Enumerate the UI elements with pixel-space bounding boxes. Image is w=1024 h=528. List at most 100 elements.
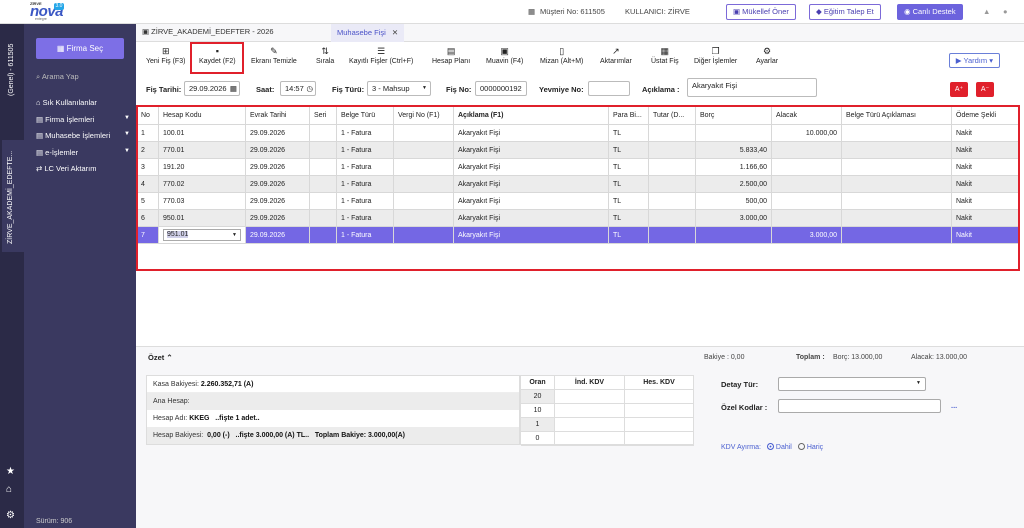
- yeni-fis-label: Yeni Fiş (F3): [146, 58, 186, 65]
- kdv-table: Oran İnd. KDV Hes. KDV 20 10 1 0: [520, 375, 694, 446]
- bank-icon[interactable]: ⌂: [6, 484, 12, 495]
- egitim-talep-button[interactable]: ◆ Eğitim Talep Et: [809, 4, 881, 20]
- chevron-down-icon: ▾: [989, 56, 993, 65]
- saat-input[interactable]: 14:57 ◷: [280, 81, 316, 96]
- folder-icon: ▤: [36, 148, 46, 157]
- aciklama-input[interactable]: Akaryakıt Fişi: [687, 78, 817, 97]
- user-label: KULLANICI: ZİRVE: [625, 7, 690, 16]
- kayitli-fisler-button[interactable]: ☰ Kayıtlı Fişler (Ctrl+F): [349, 46, 413, 65]
- bell-icon[interactable]: ▲: [983, 7, 990, 16]
- list-icon: ☰: [377, 46, 386, 56]
- user-icon[interactable]: ●: [1003, 7, 1008, 16]
- hesap-adi-value: KKEG: [189, 415, 210, 422]
- star-icon[interactable]: ★: [6, 466, 15, 477]
- yeni-fis-button[interactable]: ⊞ Yeni Fiş (F3): [146, 46, 185, 65]
- haric-label[interactable]: Hariç: [807, 444, 823, 451]
- canli-destek-label: Canlı Destek: [912, 7, 956, 16]
- sirala-label: Sırala: [316, 58, 335, 65]
- tab-muhasebe-fisi[interactable]: Muhasebe Fişi ✕: [331, 24, 405, 42]
- ozel-kodlar-label: Özel Kodlar :: [721, 403, 768, 412]
- sidebar-item-muhasebe[interactable]: ▤ Muhasebe İşlemleri ▼: [36, 131, 130, 140]
- sidebar-search[interactable]: ⌕ Arama Yap: [36, 72, 79, 82]
- ekrani-temizle-button[interactable]: ✎ Ekranı Temizle: [251, 46, 297, 65]
- hesap-plani-button[interactable]: ▤ Hesap Planı: [432, 46, 470, 65]
- ozel-kodlar-more-button[interactable]: ...: [951, 401, 957, 410]
- mukellef-oner-button[interactable]: ▣ Mükellef Öner: [726, 4, 796, 20]
- aciklama-label: Açıklama :: [642, 85, 680, 94]
- open-company-tab-label: ZİRVE_AKADEMİ_EDEFTE...: [7, 150, 14, 244]
- font-increase-button[interactable]: A⁺: [950, 82, 968, 97]
- fis-tarihi-input[interactable]: 29.09.2026 ▦: [184, 81, 240, 96]
- fis-turu-select[interactable]: 3 - Mahsup ▼: [367, 81, 431, 96]
- yardim-label: Yardım: [963, 56, 988, 65]
- fis-tarihi-label: Fiş Tarihi:: [146, 85, 182, 94]
- chat-icon: ◉: [904, 7, 913, 16]
- canli-destek-button[interactable]: ◉ Canlı Destek: [897, 4, 963, 20]
- tab-company-label: ZİRVE_AKADEMİ_EDEFTER - 2026: [151, 27, 274, 36]
- toplam-bakiye: Toplam Bakiye: 3.000,00(A): [314, 432, 406, 439]
- main-area: ▣ ZİRVE_AKADEMİ_EDEFTER - 2026 Muhasebe …: [136, 24, 1024, 528]
- mizan-button[interactable]: ▯ Mizan (Alt+M): [540, 46, 583, 65]
- yardim-button[interactable]: ▶ Yardım ▾: [948, 53, 1000, 68]
- sidebar-item-label: Firma İşlemleri: [45, 115, 95, 124]
- mizan-label: Mizan (Alt+M): [540, 58, 584, 65]
- yevmiye-no-input[interactable]: [588, 81, 630, 96]
- tab-company[interactable]: ▣ ZİRVE_AKADEMİ_EDEFTER - 2026: [142, 27, 274, 36]
- sidebar-item-label: Muhasebe İşlemleri: [45, 131, 111, 140]
- kasa-label: Kasa Bakiyesi:: [153, 381, 199, 388]
- dahil-label[interactable]: Dahil: [776, 444, 792, 451]
- ledger-icon: ▣: [500, 46, 509, 56]
- folder-icon: ▤: [36, 115, 46, 124]
- aktarimlar-label: Aktarımlar: [600, 58, 632, 65]
- chevron-down-icon: ▼: [124, 115, 130, 121]
- kdv-cell: [555, 390, 625, 404]
- sirala-button[interactable]: ⇅ Sırala: [316, 46, 334, 65]
- fis-turu-value: 3 - Mahsup: [372, 84, 410, 93]
- sidebar-item-lc[interactable]: ⇄ LC Veri Aktarım: [36, 164, 130, 173]
- hesap-bakiyesi-note: ..fişte 3.000,00 (A) TL..: [235, 432, 310, 439]
- ayarlar-button[interactable]: ⚙ Ayarlar: [756, 46, 778, 65]
- hesap-plani-label: Hesap Planı: [432, 58, 471, 65]
- open-company-tab[interactable]: ZİRVE_AKADEMİ_EDEFTE...: [2, 140, 24, 252]
- kdv-oran: 20: [521, 390, 555, 404]
- kdv-cell: [555, 432, 625, 446]
- ozel-kodlar-input[interactable]: [778, 399, 941, 413]
- diger-islemler-button[interactable]: ❐ Diğer İşlemler: [694, 46, 737, 65]
- ana-hesap-label: Ana Hesap:: [153, 398, 190, 405]
- toplam-alacak: Alacak: 13.000,00: [911, 354, 968, 361]
- detay-tur-select[interactable]: ▼: [778, 377, 926, 391]
- aciklama-value: Akaryakıt Fişi: [692, 81, 738, 90]
- plus-square-icon: ⊞: [161, 46, 170, 56]
- sidebar-item-favorites[interactable]: ⌂ Sık Kullanılanlar: [36, 98, 130, 107]
- sort-icon: ⇅: [321, 46, 329, 56]
- sidebar-item-e-islemler[interactable]: ▤ e-İşlemler ▼: [36, 148, 130, 157]
- kdv-col-header: İnd. KDV: [555, 376, 625, 390]
- bakiye-text: Bakiye : 0,00: [704, 354, 745, 361]
- kdv-cell: [625, 390, 694, 404]
- toolbar: ⊞ Yeni Fiş (F3) ▪ Kaydet (F2) ✎ Ekranı Temi…: [136, 42, 1024, 75]
- highlight-box: [136, 105, 1020, 271]
- kdv-ayirma-group: KDV Ayırma: Dahil Hariç: [721, 443, 823, 451]
- firma-sec-button[interactable]: ▦ Firma Seç: [36, 38, 124, 59]
- font-decrease-button[interactable]: A⁻: [976, 82, 994, 97]
- ustat-fis-button[interactable]: ▦ Üstat Fiş: [651, 46, 679, 65]
- kasa-row: Kasa Bakiyesi: 2.260.352,71 (A): [147, 376, 519, 393]
- sidebar-item-firma[interactable]: ▤ Firma İşlemleri ▼: [36, 115, 130, 124]
- kdv-cell: [625, 418, 694, 432]
- aktarimlar-button[interactable]: ↗ Aktarımlar: [600, 46, 632, 65]
- ozet-toggle[interactable]: Özet ⌃: [148, 353, 173, 362]
- yevmiye-no-label: Yevmiye No:: [539, 85, 584, 94]
- sidebar: ▦ Firma Seç ⌕ Arama Yap ⌂ Sık Kullanılan…: [24, 24, 136, 528]
- dahil-radio[interactable]: [766, 443, 774, 450]
- haric-radio[interactable]: [797, 443, 805, 450]
- settings-icon[interactable]: ⚙: [6, 510, 15, 521]
- fis-turu-label: Fiş Türü:: [332, 85, 365, 94]
- muavin-label: Muavin (F4): [486, 58, 524, 65]
- toplam-label: Toplam :: [796, 354, 825, 361]
- calendar-icon[interactable]: ▦: [230, 82, 237, 95]
- close-icon[interactable]: ✕: [392, 28, 398, 37]
- building-icon: ▦: [528, 7, 536, 16]
- fis-no-input[interactable]: 0000000192: [475, 81, 527, 96]
- muavin-button[interactable]: ▣ Muavin (F4): [486, 46, 523, 65]
- hesap-adi-row: Hesap Adı: KKEG ..fişte 1 adet..: [147, 410, 519, 427]
